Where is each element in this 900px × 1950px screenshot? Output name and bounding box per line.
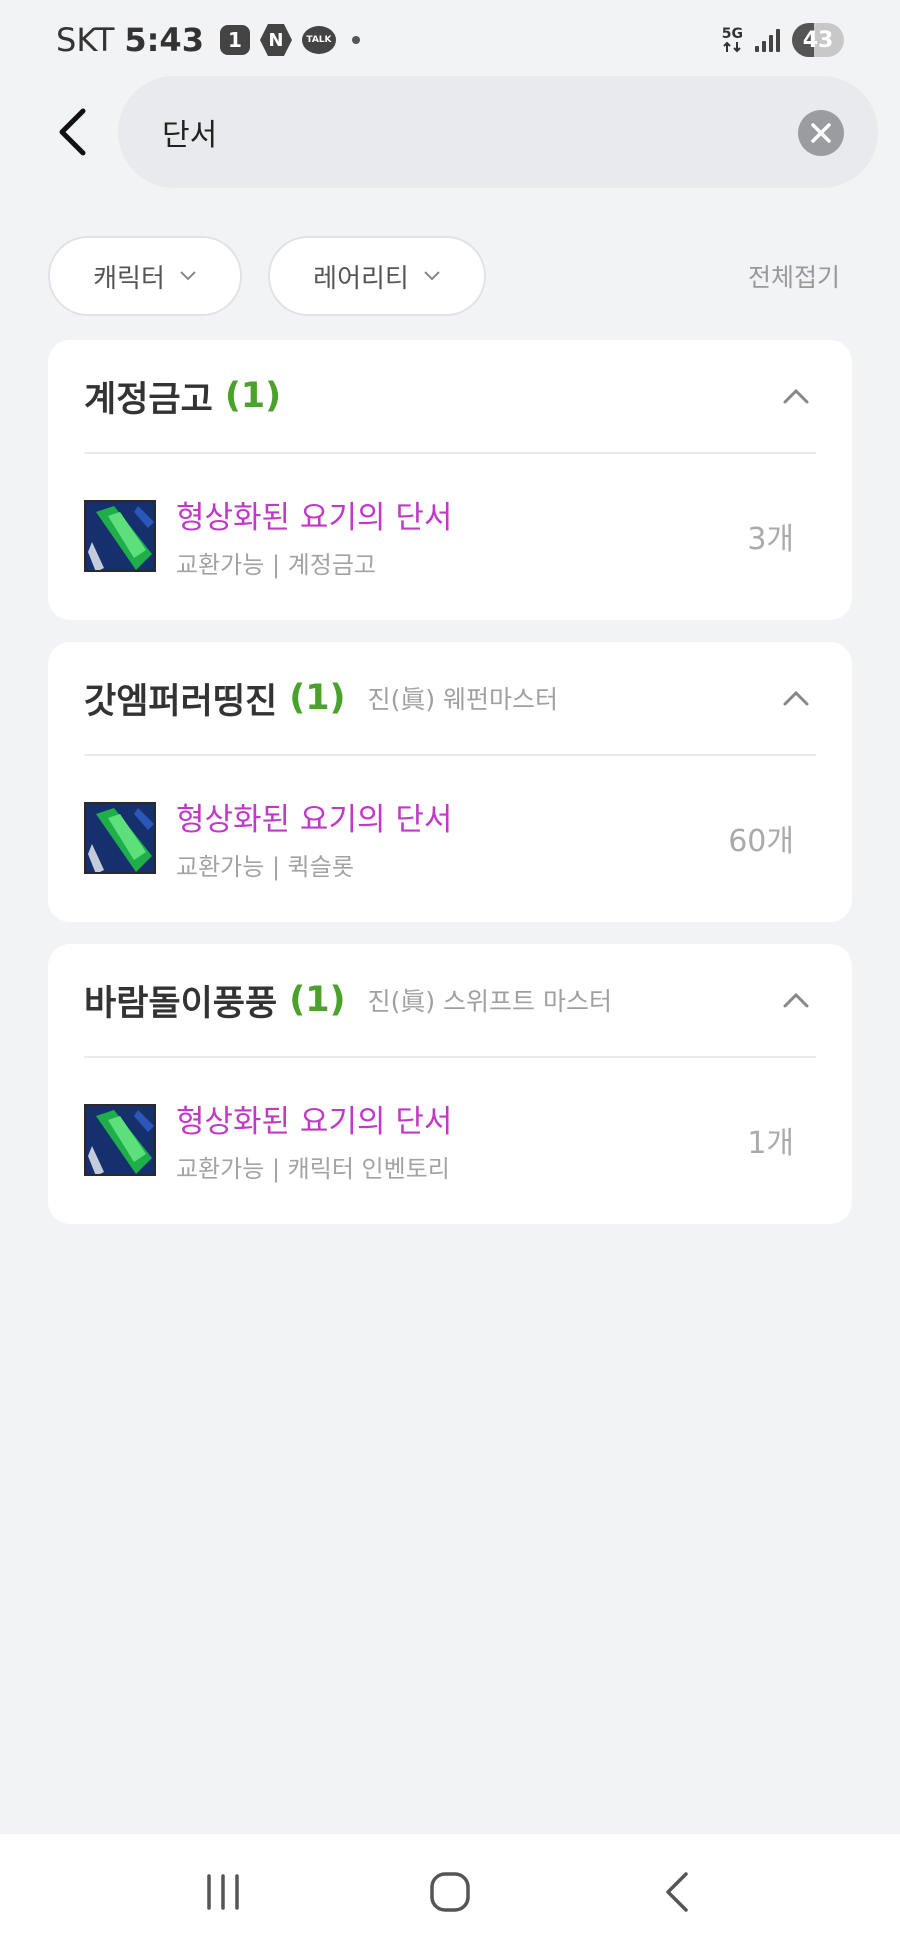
system-nav-bar [0,1834,900,1950]
group-header[interactable]: 바람돌이풍풍 (1) 진(眞) 스위프트 마스터 [84,944,816,1058]
signal-strength-icon [755,28,780,52]
item-quantity: 3개 [747,522,794,557]
back-arrow-icon [59,108,86,156]
group-card: 갓엠퍼러띵진 (1) 진(眞) 웨펀마스터 형상화된 요기의 단서 교환가능 |… [48,642,852,922]
item-text: 형상화된 요기의 단서 교환가능 | 계정금고 [176,492,452,580]
group-count: (1) [289,980,346,1020]
item-name: 형상화된 요기의 단서 [176,1104,453,1140]
network-label: 5G [721,26,743,42]
group-title: 계정금고 [84,379,213,420]
chevron-up-icon [783,992,809,1008]
rarity-filter-label: 레어리티 [313,263,409,294]
battery-level: 43 [802,27,834,53]
kakaotalk-icon: TALK [301,26,336,54]
group-header[interactable]: 계정금고 (1) [84,340,816,454]
collapse-group-button[interactable] [776,376,816,416]
group-title: 갓엠퍼러띵진 [84,681,278,722]
search-input[interactable] [162,106,722,158]
group-card: 계정금고 (1) 형상화된 요기의 단서 교환가능 | 계정금고 3개 [48,340,852,620]
character-filter-label: 캐릭터 [93,263,165,294]
network-5g-icon: 5G [722,27,743,53]
search-header [0,76,900,190]
group-title: 바람돌이풍풍 [84,983,278,1024]
nav-back-button[interactable] [642,1857,712,1927]
group-subtitle: 진(眞) 스위프트 마스터 [367,987,612,1016]
clear-search-button[interactable] [798,110,844,156]
naver-icon: N [259,24,292,56]
group-header[interactable]: 갓엠퍼러띵진 (1) 진(眞) 웨펀마스터 [84,642,816,756]
chevron-down-icon [424,271,440,281]
group-count: (1) [224,376,282,416]
item-name: 형상화된 요기의 단서 [176,802,453,838]
group-subtitle: 진(眞) 웨펀마스터 [367,685,559,714]
green-crystal-item-icon [84,1104,156,1176]
list-item[interactable]: 형상화된 요기의 단서 교환가능 | 캐릭터 인벤토리 1개 [84,1058,816,1222]
status-left: SKT 5:43 1 N TALK [56,21,360,59]
rarity-filter-dropdown[interactable]: 레어리티 [268,236,486,316]
item-text: 형상화된 요기의 단서 교환가능 | 퀵슬롯 [176,794,452,882]
collapse-all-button[interactable]: 전체접기 [748,258,840,294]
back-button[interactable] [48,102,96,162]
green-crystal-item-icon [84,500,156,572]
item-meta: 교환가능 | 캐릭터 인벤토리 [176,1155,450,1183]
recent-apps-button[interactable] [188,1857,258,1927]
more-notifications-dot-icon [351,36,360,44]
item-meta: 교환가능 | 계정금고 [176,551,376,579]
battery-icon: 43 [792,23,844,57]
group-card: 바람돌이풍풍 (1) 진(眞) 스위프트 마스터 형상화된 요기의 단서 교환가… [48,944,852,1224]
filter-bar: 캐릭터 레어리티 전체접기 [48,236,852,316]
item-meta: 교환가능 | 퀵슬롯 [176,853,354,881]
notification-count-icon: 1 [219,25,250,55]
clear-x-icon [811,123,831,143]
status-right: 5G 43 [722,23,844,57]
list-item[interactable]: 형상화된 요기의 단서 교환가능 | 계정금고 3개 [84,454,816,618]
chevron-up-icon [783,388,809,404]
nav-back-icon [665,1872,688,1912]
collapse-group-button[interactable] [776,678,816,718]
clock: 5:43 [124,21,204,59]
carrier-label: SKT [56,21,115,59]
chevron-up-icon [783,690,809,706]
item-quantity: 60개 [728,824,794,859]
character-filter-dropdown[interactable]: 캐릭터 [48,236,242,316]
item-quantity: 1개 [747,1126,794,1161]
status-bar: SKT 5:43 1 N TALK 5G 43 [0,0,900,80]
data-arrows-icon [723,41,742,53]
item-name: 형상화된 요기의 단서 [176,500,453,536]
collapse-group-button[interactable] [776,980,816,1020]
home-icon [430,1872,470,1912]
green-crystal-item-icon [84,802,156,874]
home-button[interactable] [415,1857,485,1927]
item-text: 형상화된 요기의 단서 교환가능 | 캐릭터 인벤토리 [176,1096,452,1184]
chevron-down-icon [180,271,196,281]
recent-apps-icon [207,1874,240,1910]
group-count: (1) [289,678,346,718]
search-box [118,76,878,188]
list-item[interactable]: 형상화된 요기의 단서 교환가능 | 퀵슬롯 60개 [84,756,816,920]
